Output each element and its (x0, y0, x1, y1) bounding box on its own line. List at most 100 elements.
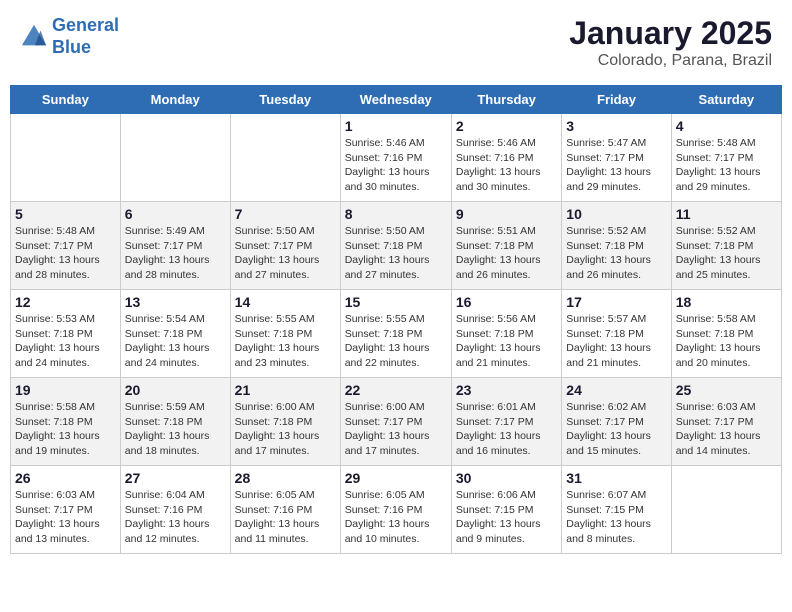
weekday-header: Friday (562, 86, 671, 114)
calendar-day-cell: 2 Sunrise: 5:46 AMSunset: 7:16 PMDaylight… (451, 114, 561, 202)
logo-line2: Blue (52, 37, 91, 57)
day-number: 19 (15, 382, 116, 398)
title-block: January 2025 Colorado, Parana, Brazil (569, 15, 772, 70)
day-number: 2 (456, 118, 557, 134)
logo-text: General Blue (52, 15, 119, 58)
day-number: 15 (345, 294, 447, 310)
calendar-day-cell (11, 114, 121, 202)
calendar-day-cell: 19 Sunrise: 5:58 AMSunset: 7:18 PMDayligh… (11, 378, 121, 466)
calendar-day-cell: 17Sunrise: 5:57 AMSunset: 7:18 PMDayligh… (562, 290, 671, 378)
day-info: Sunrise: 5:46 AMSunset: 7:16 PMDaylight:… (456, 136, 557, 195)
calendar-day-cell: 5 Sunrise: 5:48 AMSunset: 7:17 PMDaylight… (11, 202, 121, 290)
calendar-day-cell: 23 Sunrise: 6:01 AMSunset: 7:17 PMDayligh… (451, 378, 561, 466)
day-number: 9 (456, 206, 557, 222)
day-number: 1 (345, 118, 447, 134)
calendar-day-cell: 10Sunrise: 5:52 AMSunset: 7:18 PMDayligh… (562, 202, 671, 290)
calendar-day-cell: 9 Sunrise: 5:51 AMSunset: 7:18 PMDaylight… (451, 202, 561, 290)
day-info: Sunrise: 5:58 AMSunset: 7:18 PMDaylight:… (676, 312, 777, 371)
day-number: 13 (125, 294, 226, 310)
calendar-day-cell: 12 Sunrise: 5:53 AMSunset: 7:18 PMDayligh… (11, 290, 121, 378)
day-info: Sunrise: 5:50 AMSunset: 7:18 PMDaylight:… (345, 224, 447, 283)
day-number: 26 (15, 470, 116, 486)
day-number: 22 (345, 382, 447, 398)
calendar-day-cell: 7 Sunrise: 5:50 AMSunset: 7:17 PMDaylight… (230, 202, 340, 290)
day-number: 11 (676, 206, 777, 222)
day-info: Sunrise: 5:54 AMSunset: 7:18 PMDaylight:… (125, 312, 226, 371)
day-info: Sunrise: 6:02 AMSunset: 7:17 PMDaylight:… (566, 400, 666, 459)
calendar-table: SundayMondayTuesdayWednesdayThursdayFrid… (10, 85, 782, 554)
day-info: Sunrise: 5:58 AMSunset: 7:18 PMDaylight:… (15, 400, 116, 459)
day-info: Sunrise: 6:03 AMSunset: 7:17 PMDaylight:… (676, 400, 777, 459)
day-number: 20 (125, 382, 226, 398)
calendar-day-cell: 11 Sunrise: 5:52 AMSunset: 7:18 PMDayligh… (671, 202, 781, 290)
day-number: 4 (676, 118, 777, 134)
day-info: Sunrise: 5:53 AMSunset: 7:18 PMDaylight:… (15, 312, 116, 371)
day-number: 28 (235, 470, 336, 486)
day-info: Sunrise: 5:52 AMSunset: 7:18 PMDaylight:… (676, 224, 777, 283)
day-number: 30 (456, 470, 557, 486)
calendar-day-cell: 18 Sunrise: 5:58 AMSunset: 7:18 PMDayligh… (671, 290, 781, 378)
weekday-header: Saturday (671, 86, 781, 114)
day-number: 10 (566, 206, 666, 222)
day-info: Sunrise: 5:55 AMSunset: 7:18 PMDaylight:… (235, 312, 336, 371)
day-number: 12 (15, 294, 116, 310)
day-info: Sunrise: 5:59 AMSunset: 7:18 PMDaylight:… (125, 400, 226, 459)
weekday-header: Sunday (11, 86, 121, 114)
day-info: Sunrise: 5:51 AMSunset: 7:18 PMDaylight:… (456, 224, 557, 283)
day-info: Sunrise: 5:50 AMSunset: 7:17 PMDaylight:… (235, 224, 336, 283)
day-info: Sunrise: 6:07 AMSunset: 7:15 PMDaylight:… (566, 488, 666, 547)
day-number: 31 (566, 470, 666, 486)
logo-line1: General (52, 15, 119, 35)
day-info: Sunrise: 6:06 AMSunset: 7:15 PMDaylight:… (456, 488, 557, 547)
calendar-day-cell: 20 Sunrise: 5:59 AMSunset: 7:18 PMDayligh… (120, 378, 230, 466)
day-number: 16 (456, 294, 557, 310)
day-info: Sunrise: 5:56 AMSunset: 7:18 PMDaylight:… (456, 312, 557, 371)
calendar-day-cell: 1Sunrise: 5:46 AMSunset: 7:16 PMDaylight… (340, 114, 451, 202)
day-info: Sunrise: 6:04 AMSunset: 7:16 PMDaylight:… (125, 488, 226, 547)
day-info: Sunrise: 6:05 AMSunset: 7:16 PMDaylight:… (345, 488, 447, 547)
calendar-day-cell: 14Sunrise: 5:55 AMSunset: 7:18 PMDayligh… (230, 290, 340, 378)
weekday-header-row: SundayMondayTuesdayWednesdayThursdayFrid… (11, 86, 782, 114)
calendar-day-cell: 6Sunrise: 5:49 AMSunset: 7:17 PMDaylight… (120, 202, 230, 290)
calendar-day-cell: 29 Sunrise: 6:05 AMSunset: 7:16 PMDayligh… (340, 466, 451, 554)
day-info: Sunrise: 6:03 AMSunset: 7:17 PMDaylight:… (15, 488, 116, 547)
day-number: 23 (456, 382, 557, 398)
weekday-header: Tuesday (230, 86, 340, 114)
calendar-day-cell: 27 Sunrise: 6:04 AMSunset: 7:16 PMDayligh… (120, 466, 230, 554)
calendar-day-cell (230, 114, 340, 202)
calendar-week-row: 19 Sunrise: 5:58 AMSunset: 7:18 PMDayligh… (11, 378, 782, 466)
day-number: 8 (345, 206, 447, 222)
day-info: Sunrise: 6:01 AMSunset: 7:17 PMDaylight:… (456, 400, 557, 459)
calendar-day-cell: 22Sunrise: 6:00 AMSunset: 7:17 PMDayligh… (340, 378, 451, 466)
day-info: Sunrise: 5:47 AMSunset: 7:17 PMDaylight:… (566, 136, 666, 195)
day-info: Sunrise: 6:05 AMSunset: 7:16 PMDaylight:… (235, 488, 336, 547)
calendar-day-cell: 28 Sunrise: 6:05 AMSunset: 7:16 PMDayligh… (230, 466, 340, 554)
day-number: 18 (676, 294, 777, 310)
logo-icon (20, 23, 48, 51)
page-header: General Blue January 2025 Colorado, Para… (10, 10, 782, 75)
weekday-header: Thursday (451, 86, 561, 114)
day-number: 5 (15, 206, 116, 222)
month-title: January 2025 (569, 15, 772, 52)
calendar-day-cell: 15 Sunrise: 5:55 AMSunset: 7:18 PMDayligh… (340, 290, 451, 378)
day-number: 7 (235, 206, 336, 222)
calendar-day-cell (120, 114, 230, 202)
calendar-day-cell: 4 Sunrise: 5:48 AMSunset: 7:17 PMDaylight… (671, 114, 781, 202)
calendar-day-cell: 31 Sunrise: 6:07 AMSunset: 7:15 PMDayligh… (562, 466, 671, 554)
day-number: 24 (566, 382, 666, 398)
calendar-day-cell: 3Sunrise: 5:47 AMSunset: 7:17 PMDaylight… (562, 114, 671, 202)
day-info: Sunrise: 5:48 AMSunset: 7:17 PMDaylight:… (676, 136, 777, 195)
day-number: 27 (125, 470, 226, 486)
weekday-header: Wednesday (340, 86, 451, 114)
calendar-day-cell: 26 Sunrise: 6:03 AMSunset: 7:17 PMDayligh… (11, 466, 121, 554)
day-info: Sunrise: 5:57 AMSunset: 7:18 PMDaylight:… (566, 312, 666, 371)
day-info: Sunrise: 5:55 AMSunset: 7:18 PMDaylight:… (345, 312, 447, 371)
calendar-day-cell: 21Sunrise: 6:00 AMSunset: 7:18 PMDayligh… (230, 378, 340, 466)
calendar-day-cell: 13 Sunrise: 5:54 AMSunset: 7:18 PMDayligh… (120, 290, 230, 378)
location-title: Colorado, Parana, Brazil (569, 52, 772, 70)
calendar-week-row: 26 Sunrise: 6:03 AMSunset: 7:17 PMDayligh… (11, 466, 782, 554)
calendar-week-row: 12 Sunrise: 5:53 AMSunset: 7:18 PMDayligh… (11, 290, 782, 378)
day-number: 29 (345, 470, 447, 486)
day-number: 25 (676, 382, 777, 398)
day-info: Sunrise: 5:48 AMSunset: 7:17 PMDaylight:… (15, 224, 116, 283)
